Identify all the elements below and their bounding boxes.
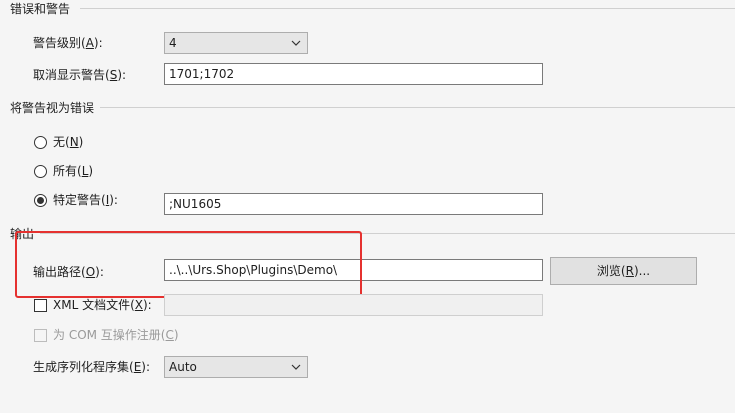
chevron-down-icon: [291, 40, 301, 46]
specific-warnings-input[interactable]: ;NU1605: [164, 193, 543, 215]
treat-warnings-section-title: 将警告视为错误: [10, 99, 101, 116]
com-register-checkbox: [34, 329, 47, 342]
xml-doc-label: XML 文档文件(X):: [53, 298, 152, 312]
warning-level-label: 警告级别(A):: [33, 36, 103, 50]
serialization-select[interactable]: Auto: [164, 356, 308, 378]
suppress-warnings-input[interactable]: 1701;1702: [164, 63, 543, 85]
serialization-label: 生成序列化程序集(E):: [33, 360, 151, 374]
highlight-box: [15, 231, 362, 298]
radio-specific[interactable]: [34, 194, 47, 207]
warning-level-value: 4: [169, 36, 177, 50]
radio-selected-dot: [37, 197, 44, 204]
radio-all[interactable]: [34, 165, 47, 178]
radio-specific-label: 特定警告(I):: [53, 193, 118, 207]
chevron-down-icon: [291, 364, 301, 370]
com-register-label: 为 COM 互操作注册(C): [53, 328, 179, 342]
xml-doc-checkbox[interactable]: [34, 299, 47, 312]
radio-none-label: 无(N): [53, 135, 84, 149]
xml-doc-input: [164, 294, 543, 316]
errors-section-title: 错误和警告: [10, 0, 77, 17]
radio-none[interactable]: [34, 136, 47, 149]
warning-level-select[interactable]: 4: [164, 32, 308, 54]
browse-button[interactable]: 浏览(R)...: [550, 257, 697, 285]
suppress-warnings-label: 取消显示警告(S):: [33, 68, 127, 82]
section-divider: [100, 107, 735, 108]
section-divider: [80, 8, 735, 9]
radio-all-label: 所有(L): [53, 164, 94, 178]
serialization-value: Auto: [169, 360, 197, 374]
